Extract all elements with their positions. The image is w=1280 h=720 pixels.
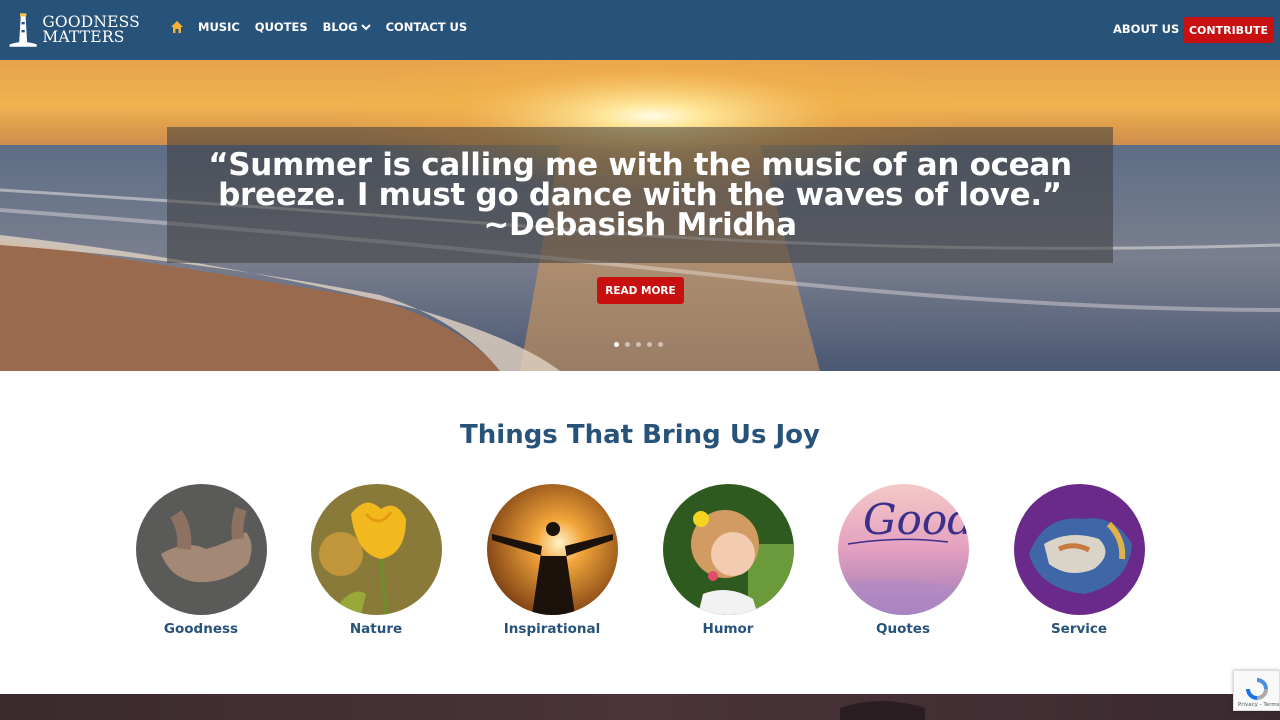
quotes-image[interactable]: Good [837, 484, 969, 615]
nav-music-label: MUSIC [198, 20, 240, 34]
site-header: GOODNESS MATTERS MUSIC QUOTES BLOG CONTA… [0, 0, 1280, 60]
read-more-button[interactable]: READ MORE [597, 277, 684, 304]
recaptcha-links[interactable]: Privacy - Terms [1238, 702, 1280, 708]
logo-line-2: MATTERS [42, 28, 125, 46]
nav-blog[interactable]: BLOG [323, 20, 371, 34]
recaptcha-badge[interactable]: Privacy - Terms [1233, 670, 1280, 711]
hero-slider: “Summer is calling me with the music of … [0, 60, 1280, 371]
nav-blog-label: BLOG [322, 20, 358, 34]
category-service[interactable]: Service [1009, 484, 1149, 637]
category-inspirational[interactable]: Inspirational [482, 484, 622, 637]
chevron-down-icon [360, 23, 371, 30]
nav-contact-label: CONTACT US [385, 20, 468, 34]
about-us-link[interactable]: ABOUT US [1113, 22, 1179, 36]
slider-dot[interactable] [658, 342, 663, 347]
home-icon[interactable] [170, 20, 184, 34]
hero-quote: “Summer is calling me with the music of … [208, 147, 1072, 243]
nature-label[interactable]: Nature [306, 621, 446, 637]
site-logo[interactable]: GOODNESS MATTERS [8, 6, 140, 54]
quotes-image-text: Good [863, 495, 969, 544]
inspirational-image[interactable] [486, 484, 618, 615]
slider-dots [614, 342, 669, 347]
lighthouse-icon [9, 13, 37, 47]
next-section-band [0, 694, 1280, 720]
humor-image[interactable] [662, 484, 794, 615]
humor-label[interactable]: Humor [658, 621, 798, 637]
service-image[interactable] [1013, 484, 1145, 615]
quotes-label[interactable]: Quotes [833, 621, 973, 637]
goodness-image[interactable] [135, 484, 267, 615]
slider-dot[interactable] [636, 342, 641, 347]
service-label[interactable]: Service [1009, 621, 1149, 637]
inspirational-label[interactable]: Inspirational [482, 621, 622, 637]
category-nature[interactable]: Nature [306, 484, 446, 637]
nav-music[interactable]: MUSIC [198, 20, 240, 34]
hero-quote-box: “Summer is calling me with the music of … [167, 127, 1113, 263]
nature-image[interactable] [310, 484, 442, 615]
goodness-label[interactable]: Goodness [131, 621, 271, 637]
nav-quotes-label: QUOTES [254, 20, 308, 34]
recaptcha-icon [1246, 678, 1268, 700]
slider-dot[interactable] [647, 342, 652, 347]
category-goodness[interactable]: Goodness [131, 484, 271, 637]
nav-contact[interactable]: CONTACT US [386, 20, 468, 34]
joy-section-title: Things That Bring Us Joy [460, 420, 820, 450]
category-quotes[interactable]: Good Quotes [833, 484, 973, 637]
category-humor[interactable]: Humor [658, 484, 798, 637]
main-nav: MUSIC QUOTES BLOG CONTACT US [170, 20, 482, 34]
slider-dot[interactable] [614, 342, 619, 347]
contribute-button[interactable]: CONTRIBUTE [1183, 17, 1274, 43]
nav-quotes[interactable]: QUOTES [255, 20, 308, 34]
slider-dot[interactable] [625, 342, 630, 347]
